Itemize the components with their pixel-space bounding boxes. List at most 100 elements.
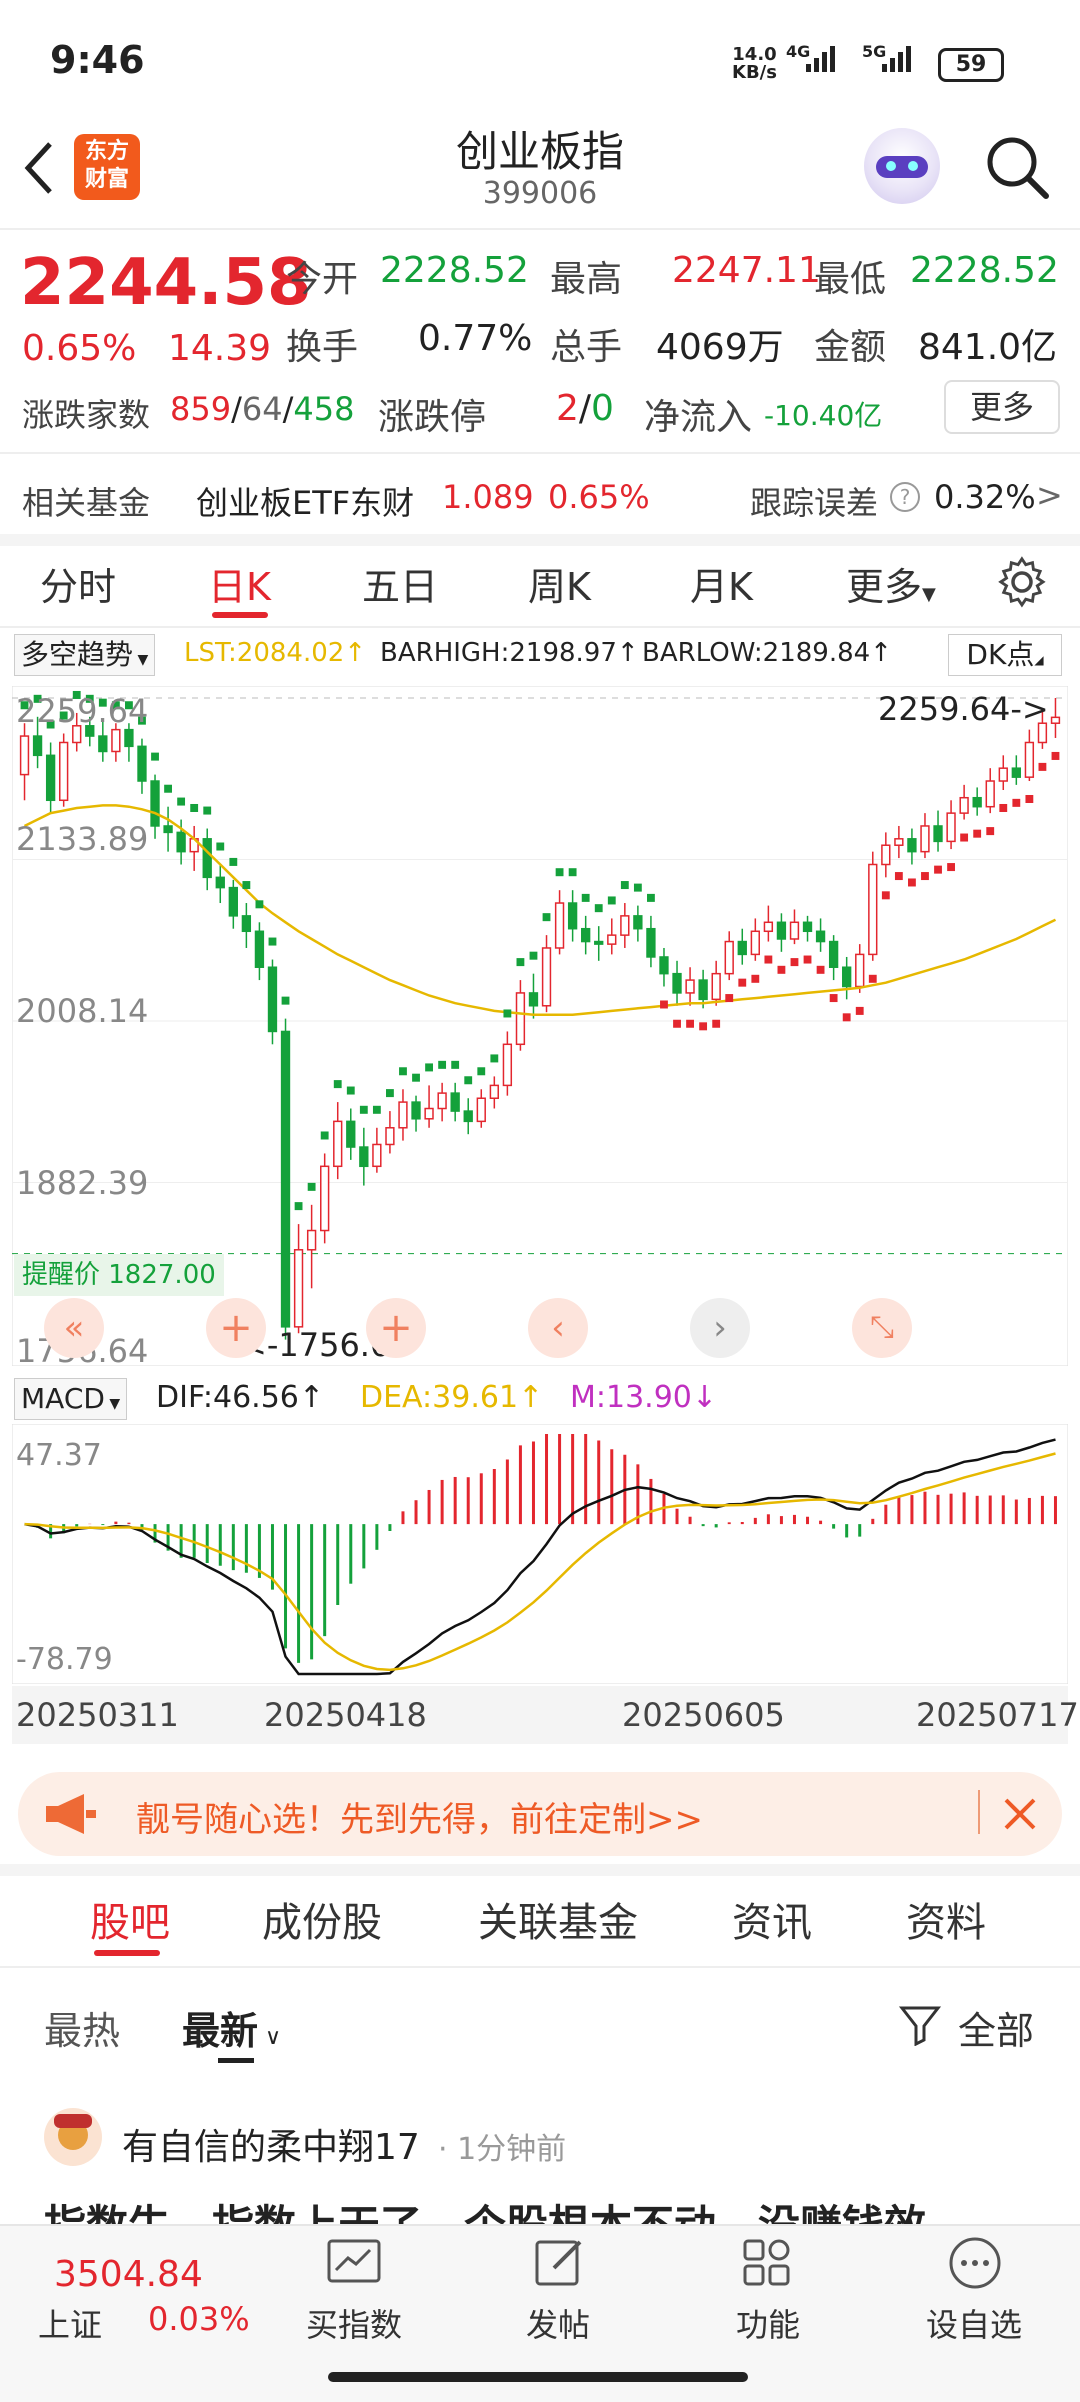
sort-hot[interactable]: 最热 (44, 2000, 120, 2055)
trend-marker (1051, 751, 1060, 760)
trend-marker (647, 893, 655, 902)
tab-news[interactable]: 资讯 (732, 1890, 812, 1948)
macd-dea: DEA:39.61↑ (360, 1380, 544, 1415)
trend-marker (242, 881, 251, 890)
signal-icon-2: 5G (862, 42, 911, 72)
trend-marker (855, 1006, 864, 1015)
macd-chart[interactable] (12, 1424, 1068, 1684)
section-gap (0, 534, 1080, 546)
high-label: 最高 (550, 259, 623, 300)
trend-marker (346, 1086, 355, 1095)
candle-body (881, 844, 891, 866)
post-author[interactable]: 有自信的柔中翔17 (122, 2118, 420, 2170)
x-tick-label: 20250717 (916, 1696, 1079, 1734)
candle-body (463, 1110, 473, 1123)
close-icon[interactable] (1002, 1796, 1038, 1832)
trend-marker (294, 1202, 303, 1211)
caret-down-icon: ▼ (104, 1396, 121, 1412)
candle-body (241, 915, 252, 933)
filter-icon[interactable] (898, 2002, 942, 2046)
robot-assistant-icon[interactable] (864, 128, 940, 204)
tab-more[interactable]: 更多▼ (846, 556, 936, 611)
candle-body (150, 780, 160, 827)
settings-gear-icon[interactable] (996, 556, 1048, 608)
volume-value: 4069万 (656, 327, 784, 368)
trend-marker (738, 978, 747, 987)
candle-body (489, 1084, 499, 1099)
y-tick-label: 2008.14 (16, 992, 149, 1030)
post-button[interactable]: 发帖 (526, 2300, 590, 2346)
caret-down-icon: ▼ (922, 584, 936, 605)
tab-constituents[interactable]: 成份股 (262, 1890, 382, 1948)
search-icon[interactable] (984, 134, 1052, 202)
limit-label: 涨跌停 (378, 397, 487, 438)
candle-body (750, 930, 760, 956)
candle-body (855, 953, 865, 988)
buy-index-button[interactable]: 买指数 (306, 2300, 402, 2346)
macd-y-tick: 47.37 (16, 1438, 102, 1473)
filter-all[interactable]: 全部 (958, 2000, 1034, 2055)
candle-body (907, 838, 917, 853)
tab-intraday[interactable]: 分时 (40, 556, 116, 611)
fund-name[interactable]: 创业板ETF东财 (196, 478, 414, 524)
promo-banner[interactable]: 靓号随心选！先到先得，前往定制>> (18, 1772, 1062, 1856)
trend-marker (516, 958, 525, 967)
x-tick-label: 20250311 (16, 1696, 179, 1734)
sort-latest-label: 最新 (182, 2009, 259, 2053)
related-fund-row[interactable]: 相关基金 创业板ETF东财 1.089 0.65% 跟踪误差 ? 0.32% > (0, 456, 1080, 536)
trend-marker (660, 1000, 668, 1009)
net-speed-unit: KB/s (732, 62, 777, 83)
trend-marker (568, 868, 577, 877)
amount-label: 金额 (814, 327, 887, 368)
tab-monthly-k[interactable]: 月K (690, 556, 753, 611)
macd-y-tick: -78.79 (16, 1642, 113, 1677)
trend-marker (359, 1105, 368, 1114)
post-text[interactable]: 指数牛，指数上天了，个股根本不动，没赚钱效 (44, 2196, 1044, 2226)
alert-price-tag[interactable]: 提醒价 1827.00 (14, 1254, 224, 1296)
trend-marker (1025, 794, 1034, 803)
help-icon[interactable]: ? (890, 482, 920, 512)
function-button[interactable]: 功能 (736, 2300, 800, 2346)
indicator-select[interactable]: 多空趋势 ▼ (14, 634, 156, 676)
tab-five-day[interactable]: 五日 (362, 556, 438, 611)
candle-body (581, 927, 591, 943)
divider (0, 626, 1080, 628)
tab-weekly-k[interactable]: 周K (528, 556, 591, 611)
volume-label: 总手 (550, 327, 623, 368)
rewind-icon[interactable]: « (44, 1298, 104, 1358)
related-fund-label: 相关基金 (22, 484, 151, 522)
breadth-values: 859/64/458 (170, 390, 355, 428)
section-gap (0, 1864, 1080, 1876)
more-button[interactable]: 更多 (944, 380, 1060, 434)
trend-marker (529, 951, 538, 960)
macd-m: M:13.90↓ (570, 1380, 718, 1415)
tab-guba[interactable]: 股吧 (90, 1890, 170, 1948)
tab-related-funds[interactable]: 关联基金 (478, 1890, 638, 1948)
tab-profile[interactable]: 资料 (906, 1890, 986, 1948)
flat-count: 64 (241, 390, 283, 428)
candle-body (333, 1120, 343, 1168)
candle-body (59, 741, 69, 802)
sh-index-value[interactable]: 3504.84 (54, 2254, 203, 2295)
add-watchlist-button[interactable]: 设自选 (926, 2300, 1022, 2346)
trend-marker (464, 1076, 473, 1085)
candle-body (176, 831, 186, 853)
candle-body (32, 735, 43, 757)
tab-daily-k[interactable]: 日K (208, 556, 271, 611)
chevron-left-icon[interactable]: ‹ (528, 1298, 588, 1358)
zoom-out-icon[interactable]: + (206, 1298, 266, 1358)
trend-marker (960, 833, 969, 842)
chevron-right-icon[interactable]: › (690, 1298, 750, 1358)
avatar[interactable] (44, 2108, 102, 2166)
expand-icon[interactable]: ⤡ (852, 1298, 912, 1358)
trend-marker (399, 1067, 407, 1076)
zoom-in-icon[interactable]: + (366, 1298, 426, 1358)
sort-latest[interactable]: 最新 ∨ (182, 2000, 281, 2055)
candle-body (267, 966, 278, 1033)
dk-point-button[interactable]: DK点◢ (948, 634, 1062, 676)
candle-body (659, 956, 669, 975)
trend-marker (386, 1089, 394, 1098)
macd-select[interactable]: MACD ▼ (14, 1378, 128, 1420)
limit-values: 2/0 (556, 388, 614, 429)
candle-body (359, 1146, 369, 1168)
